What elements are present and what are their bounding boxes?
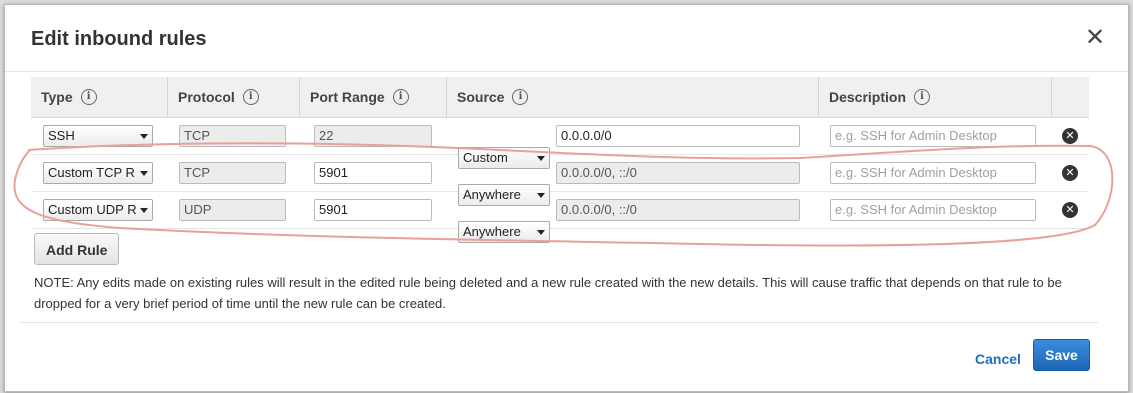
type-select-value: SSH xyxy=(48,128,75,143)
save-button[interactable]: Save xyxy=(1033,339,1090,371)
info-icon[interactable]: i xyxy=(914,89,931,106)
header-label: Type xyxy=(41,89,73,105)
header-label: Source xyxy=(457,89,505,105)
info-icon[interactable]: i xyxy=(392,89,409,106)
source-input[interactable]: 0.0.0.0/0 xyxy=(556,125,800,147)
info-icon[interactable]: i xyxy=(80,89,97,106)
description-input[interactable]: e.g. SSH for Admin Desktop xyxy=(830,125,1036,147)
info-icon[interactable]: i xyxy=(242,89,259,106)
description-input[interactable]: e.g. SSH for Admin Desktop xyxy=(830,162,1036,184)
header-actions xyxy=(1051,77,1089,117)
type-select-value: Custom TCP R xyxy=(48,165,135,180)
header-label: Description xyxy=(829,89,907,105)
header-description: Description i xyxy=(818,77,1051,117)
port-range-input[interactable]: 5901 xyxy=(314,199,432,221)
table-row: SSH TCP 22 Custom 0.0.0.0/0 e.g. SSH for… xyxy=(31,118,1089,169)
protocol-field: UDP xyxy=(179,199,286,221)
port-range-input[interactable]: 5901 xyxy=(314,162,432,184)
caret-down-icon xyxy=(140,171,148,176)
remove-row-icon[interactable]: ✕ xyxy=(1062,165,1078,181)
source-type-value: Anywhere xyxy=(463,224,521,239)
header-label: Port Range xyxy=(310,89,385,105)
table-header: Type i Protocol i Port Range i Source i Desc… xyxy=(31,77,1089,118)
header-source: Source i xyxy=(446,77,818,117)
table-row: Custom TCP R TCP 5901 Anywhere 0.0.0.0/0… xyxy=(31,155,1089,206)
port-range-field: 22 xyxy=(314,125,432,147)
type-select[interactable]: Custom UDP R xyxy=(43,199,153,221)
source-field: 0.0.0.0/0, ::/0 xyxy=(556,199,800,221)
type-select-value: Custom UDP R xyxy=(48,202,137,217)
caret-down-icon xyxy=(537,230,545,235)
caret-down-icon xyxy=(140,134,148,139)
remove-row-icon[interactable]: ✕ xyxy=(1062,128,1078,144)
type-select[interactable]: Custom TCP R xyxy=(43,162,153,184)
header-type: Type i xyxy=(31,77,167,117)
edit-warning-note: NOTE: Any edits made on existing rules w… xyxy=(34,275,1062,311)
table-row: Custom UDP R UDP 5901 Anywhere 0.0.0.0/0… xyxy=(31,192,1089,243)
protocol-field: TCP xyxy=(179,125,286,147)
caret-down-icon xyxy=(140,208,148,213)
cancel-button[interactable]: Cancel xyxy=(975,351,1021,367)
remove-row-icon[interactable]: ✕ xyxy=(1062,202,1078,218)
close-icon[interactable]: ✕ xyxy=(1084,26,1106,50)
protocol-field: TCP xyxy=(179,162,286,184)
dialog-title: Edit inbound rules xyxy=(31,28,207,50)
rules-table: Type i Protocol i Port Range i Source i Desc… xyxy=(31,77,1089,243)
footer-divider xyxy=(21,322,1098,323)
dialog-header: Edit inbound rules ✕ xyxy=(5,5,1128,72)
type-select[interactable]: SSH xyxy=(43,125,153,147)
source-field: 0.0.0.0/0, ::/0 xyxy=(556,162,800,184)
add-rule-button[interactable]: Add Rule xyxy=(34,233,120,265)
description-input[interactable]: e.g. SSH for Admin Desktop xyxy=(830,199,1036,221)
source-type-select[interactable]: Anywhere xyxy=(458,221,550,243)
edit-inbound-rules-dialog: Edit inbound rules ✕ Type i Protocol i Por… xyxy=(4,4,1129,392)
info-icon[interactable]: i xyxy=(512,89,529,106)
header-port-range: Port Range i xyxy=(299,77,446,117)
header-protocol: Protocol i xyxy=(167,77,299,117)
header-label: Protocol xyxy=(178,89,235,105)
